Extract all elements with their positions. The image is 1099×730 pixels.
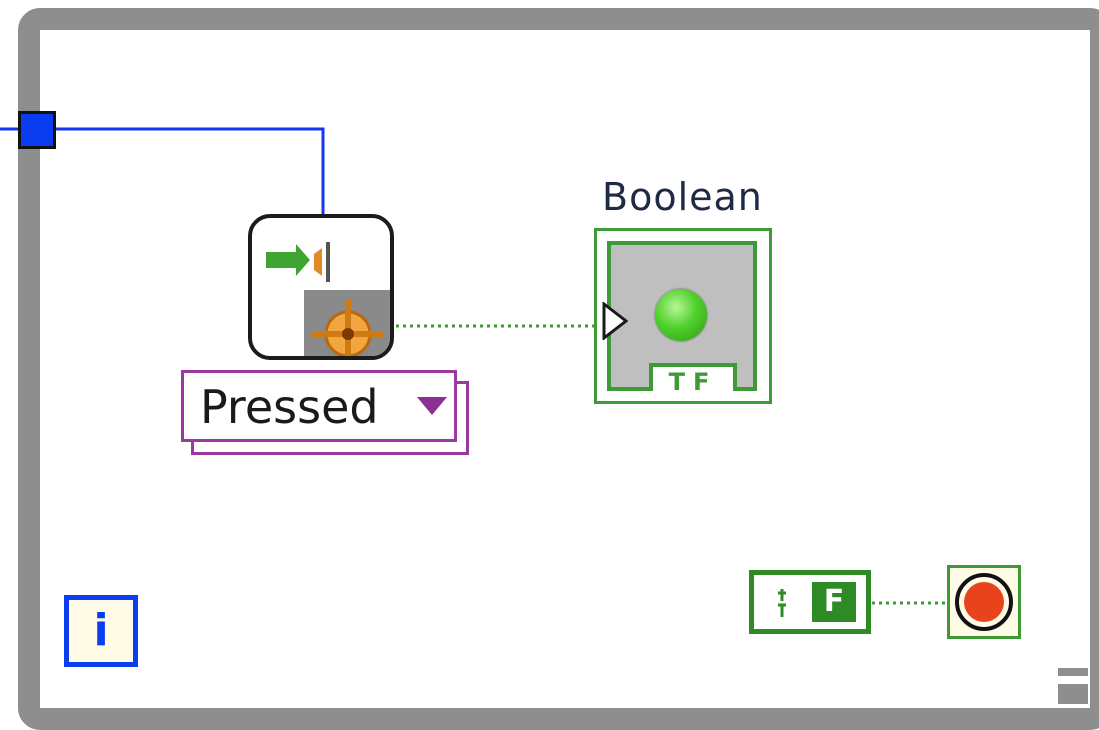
input-arrow-icon [602,302,628,340]
loop-corner-notch [1058,676,1088,684]
stop-condition-terminal[interactable] [947,565,1021,639]
loop-resize-handle[interactable] [1058,668,1088,704]
enum-value-text: Pressed [200,380,379,434]
iteration-terminal[interactable]: i [64,595,138,667]
event-property-node[interactable] [248,214,394,360]
boolean-indicator-label: Boolean [602,175,763,219]
tf-type-label: TF [649,363,737,396]
chevron-down-icon[interactable] [417,397,447,417]
stop-condition-icon [955,573,1013,631]
false-constant[interactable]: F [749,570,871,634]
reference-tunnel[interactable] [18,111,56,149]
boolean-constant-icon [778,589,786,617]
false-letter: F [812,582,856,622]
led-icon [655,289,707,341]
boolean-indicator-body: TF [607,241,757,396]
event-property-node-icon [266,242,390,356]
while-loop-frame[interactable] [18,8,1099,730]
